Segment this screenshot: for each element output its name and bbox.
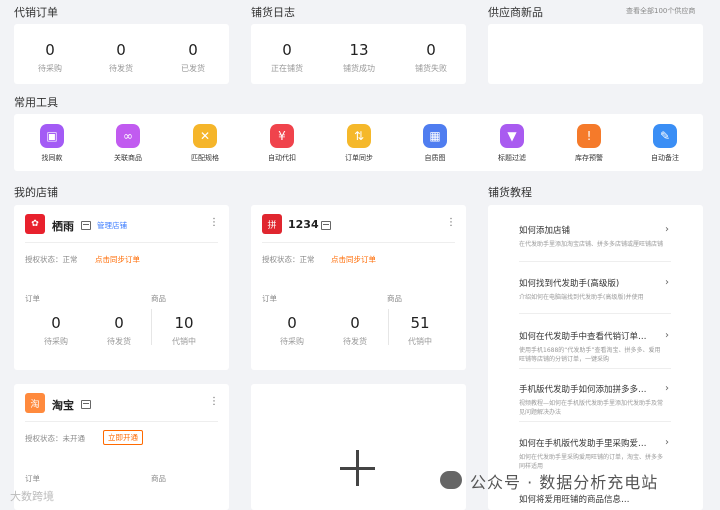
shop-info-icon[interactable] bbox=[81, 221, 91, 230]
stat-pending-purchase[interactable]: 0 待采购 bbox=[15, 41, 85, 74]
shop-name: 栖雨 bbox=[52, 220, 74, 233]
shop2-stat-pending-ship[interactable]: 0 待发货 bbox=[320, 314, 390, 347]
tutorial-item[interactable]: 如何将爱用旺铺的商品信息… bbox=[519, 493, 669, 505]
tool-auto-note[interactable]: ✎ 自动备注 bbox=[635, 124, 695, 163]
shop-logo-taobao: 淘 bbox=[25, 393, 45, 413]
view-all-suppliers-link[interactable]: 查看全部100个供应商 bbox=[626, 6, 695, 16]
stat-distribution-failed[interactable]: 0 铺货失败 bbox=[396, 41, 466, 74]
my-shops-title: 我的店铺 bbox=[14, 186, 58, 199]
link-product-icon: ∞ bbox=[116, 124, 140, 148]
divider bbox=[25, 421, 218, 422]
divider bbox=[519, 368, 671, 369]
goods-label: 商品 bbox=[151, 474, 166, 483]
goods-label: 商品 bbox=[151, 294, 166, 303]
tool-find-same[interactable]: ▣ 找同款 bbox=[22, 124, 82, 163]
tutorial-item[interactable]: 如何添加店铺 在代发助手里添加淘宝店铺、拼多多店铺或厘旺铺店铺 › bbox=[519, 224, 669, 249]
auth-status: 授权状态：正常 bbox=[25, 255, 78, 264]
sync-orders-link[interactable]: 点击同步订单 bbox=[95, 254, 140, 265]
shop2-stat-on-sale[interactable]: 51 代销中 bbox=[385, 314, 455, 347]
wechat-icon bbox=[440, 471, 462, 489]
orders-label: 订单 bbox=[262, 294, 277, 303]
shop-info-icon[interactable] bbox=[321, 221, 331, 230]
auto-note-icon: ✎ bbox=[653, 124, 677, 148]
tutorial-title: 铺货教程 bbox=[488, 186, 532, 199]
auth-status: 授权状态：未开通 bbox=[25, 434, 85, 443]
stat-distributing[interactable]: 0 正在铺货 bbox=[252, 41, 322, 74]
chevron-right-icon: › bbox=[665, 224, 669, 235]
tutorial-item[interactable]: 如何在手机版代发助手里采购爱… 如何在代发助手里采购爱用旺铺的订单，淘宝、拼多多… bbox=[519, 437, 669, 471]
tutorial-item[interactable]: 手机版代发助手如何添加拼多多… 视频教程—如何在手机版代发助手里添加代发助手及常… bbox=[519, 383, 669, 417]
divider bbox=[519, 261, 671, 262]
sync-orders-link[interactable]: 点击同步订单 bbox=[331, 254, 376, 265]
add-shop-card[interactable] bbox=[251, 384, 466, 510]
shop-logo-qiyu: ✿ bbox=[25, 214, 45, 234]
stat-distribution-success[interactable]: 13 铺货成功 bbox=[324, 41, 394, 74]
auth-status: 授权状态：正常 bbox=[262, 255, 315, 264]
stat-shipped[interactable]: 0 已发货 bbox=[158, 41, 228, 74]
tool-link-product[interactable]: ∞ 关联商品 bbox=[98, 124, 158, 163]
manage-shop-link[interactable]: 管理店铺 bbox=[97, 220, 127, 231]
shop1-stat-on-sale[interactable]: 10 代销中 bbox=[149, 314, 219, 347]
orders-label: 订单 bbox=[25, 474, 40, 483]
distribution-log-title: 铺货日志 bbox=[251, 6, 295, 19]
tools-title: 常用工具 bbox=[14, 96, 58, 109]
shop2-stat-pending-purchase[interactable]: 0 待采购 bbox=[257, 314, 327, 347]
stat-pending-ship[interactable]: 0 待发货 bbox=[86, 41, 156, 74]
tool-image[interactable]: ▦ 自质图 bbox=[405, 124, 465, 163]
filter-icon: ▼ bbox=[500, 124, 524, 148]
more-options-icon[interactable]: ⋮ bbox=[209, 396, 219, 407]
chevron-right-icon: › bbox=[665, 277, 669, 288]
chevron-right-icon: › bbox=[665, 437, 669, 448]
tool-order-sync[interactable]: ⇅ 订单同步 bbox=[329, 124, 389, 163]
tool-title-filter[interactable]: ▼ 标题过滤 bbox=[482, 124, 542, 163]
auto-deduct-icon: ¥ bbox=[270, 124, 294, 148]
consign-orders-title: 代销订单 bbox=[14, 6, 58, 19]
shop-info-icon[interactable] bbox=[81, 400, 91, 409]
supplier-new-title: 供应商新品 bbox=[488, 6, 543, 19]
divider bbox=[519, 313, 671, 314]
tutorial-item[interactable]: 如何在代发助手中查看代销订单… 使用手机1688的“代发助手”查看淘宝、拼多多、… bbox=[519, 330, 669, 364]
shop-name: 淘宝 bbox=[52, 399, 74, 412]
shop-logo-1234: 拼 bbox=[262, 214, 282, 234]
tool-match-spec[interactable]: ✕ 匹配规格 bbox=[175, 124, 235, 163]
shop1-stat-pending-ship[interactable]: 0 待发货 bbox=[84, 314, 154, 347]
orders-label: 订单 bbox=[25, 294, 40, 303]
order-sync-icon: ⇅ bbox=[347, 124, 371, 148]
divider bbox=[25, 242, 218, 243]
chevron-right-icon: › bbox=[665, 383, 669, 394]
open-now-button[interactable]: 立即开通 bbox=[103, 430, 143, 445]
tool-stock-alert[interactable]: ! 库存预警 bbox=[559, 124, 619, 163]
more-options-icon[interactable]: ⋮ bbox=[446, 217, 456, 228]
image-icon: ▦ bbox=[423, 124, 447, 148]
plus-icon bbox=[356, 450, 359, 486]
divider bbox=[262, 242, 455, 243]
more-options-icon[interactable]: ⋮ bbox=[209, 217, 219, 228]
divider bbox=[519, 421, 671, 422]
supplier-new-card bbox=[488, 24, 703, 84]
shop1-stat-pending-purchase[interactable]: 0 待采购 bbox=[21, 314, 91, 347]
watermark-left: 大数跨境 bbox=[10, 490, 54, 503]
chevron-right-icon: › bbox=[665, 330, 669, 341]
match-spec-icon: ✕ bbox=[193, 124, 217, 148]
tutorial-item[interactable]: 如何找到代发助手(高级版) 介绍如何在电脑端找到代发助手(高级版)并使用 › bbox=[519, 277, 669, 302]
find-same-icon: ▣ bbox=[40, 124, 64, 148]
tool-auto-deduct[interactable]: ¥ 自动代扣 bbox=[252, 124, 312, 163]
shop-name: 1234 bbox=[288, 218, 319, 231]
goods-label: 商品 bbox=[387, 294, 402, 303]
watermark-text: 公众号 · 数据分析充电站 bbox=[470, 473, 659, 492]
stock-alert-icon: ! bbox=[577, 124, 601, 148]
